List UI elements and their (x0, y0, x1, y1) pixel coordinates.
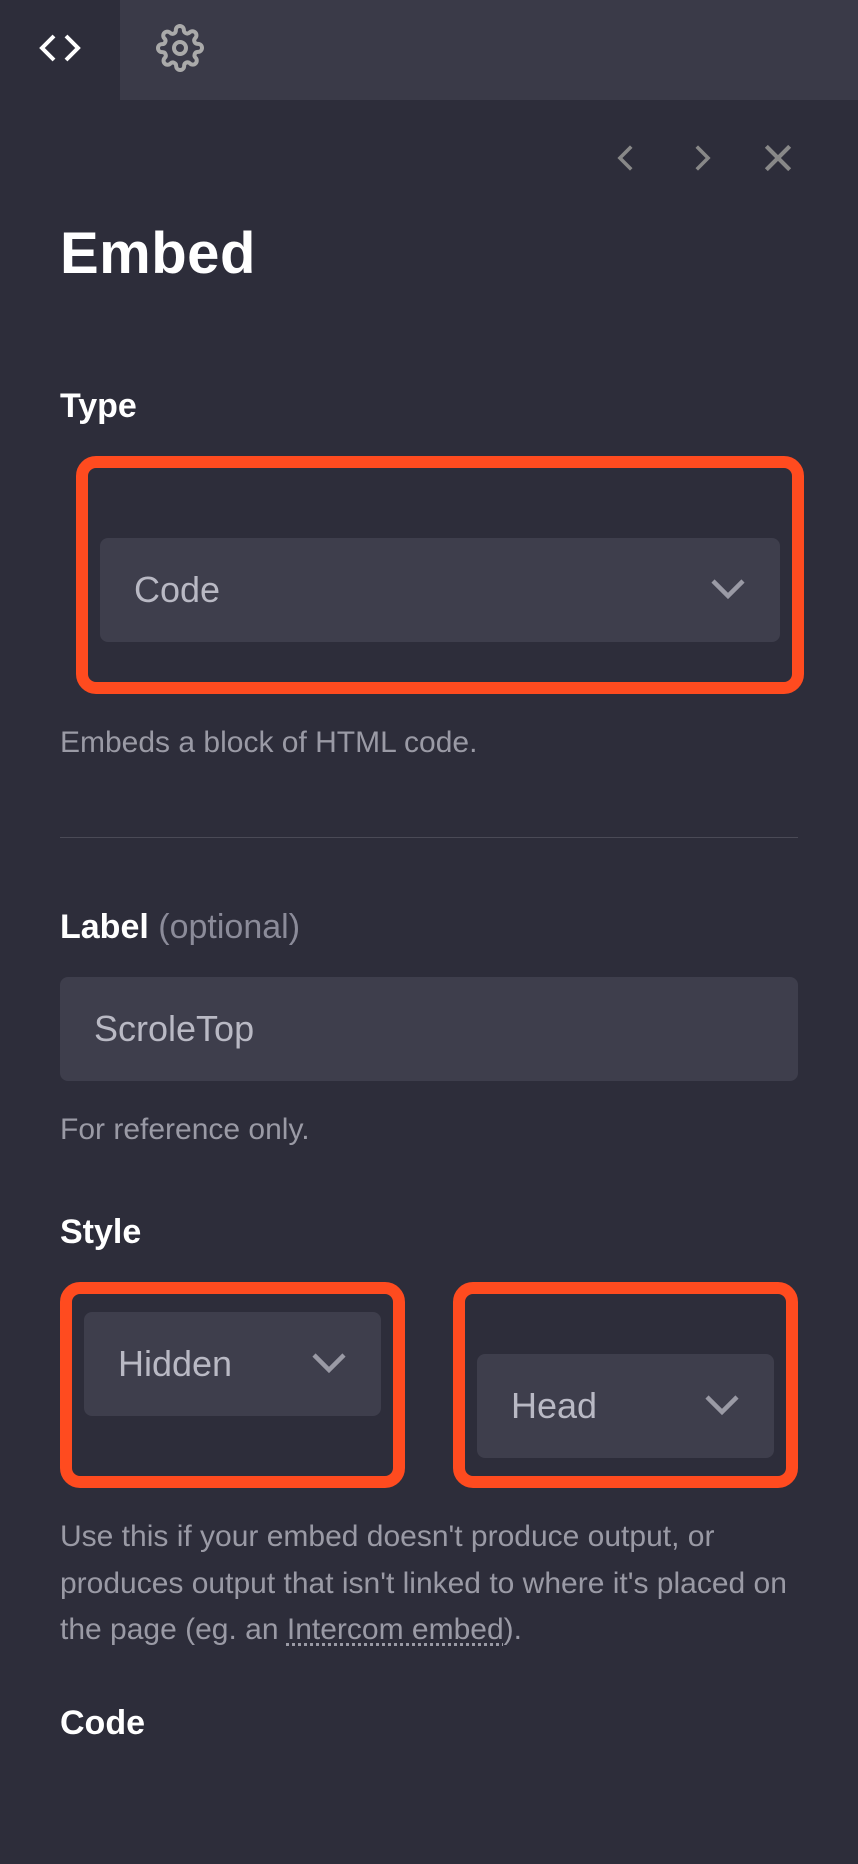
intercom-embed-link[interactable]: Intercom embed (287, 1613, 504, 1646)
style-select-value: Hidden (118, 1343, 232, 1385)
type-helper: Embeds a block of HTML code. (60, 720, 798, 767)
label-helper: For reference only. (60, 1107, 798, 1154)
style-helper: Use this if your embed doesn't produce o… (60, 1514, 798, 1654)
prev-button[interactable] (610, 141, 644, 180)
style-section: Style Hidden Head Use thi (60, 1213, 798, 1654)
label-optional: (optional) (158, 908, 300, 946)
chevron-down-icon (710, 569, 746, 611)
style-select[interactable]: Hidden (84, 1312, 381, 1416)
chevron-down-icon (311, 1343, 347, 1385)
type-select[interactable]: Code (100, 538, 780, 642)
gear-icon (156, 24, 204, 77)
code-label: Code (60, 1704, 798, 1743)
divider (60, 837, 798, 838)
style-label: Style (60, 1213, 798, 1252)
chevron-down-icon (704, 1385, 740, 1427)
type-label: Type (60, 387, 798, 426)
close-button[interactable] (758, 138, 798, 183)
code-icon (36, 24, 84, 77)
tab-settings[interactable] (120, 0, 240, 100)
panel-tabbar (0, 0, 858, 100)
panel-nav (60, 110, 798, 210)
label-input-value: ScroleTop (94, 1008, 254, 1050)
code-section: Code (60, 1704, 798, 1743)
embed-panel: Embed Type Code Embeds a block of HTML c… (0, 110, 858, 1743)
tab-code[interactable] (0, 0, 120, 100)
highlight-type: Code (76, 456, 804, 694)
highlight-style: Hidden (60, 1282, 405, 1488)
label-section: Label (optional) ScroleTop For reference… (60, 908, 798, 1154)
style-helper-post: ). (504, 1613, 522, 1646)
type-section: Type Code Embeds a block of HTML code. (60, 387, 798, 767)
label-field-label: Label (optional) (60, 908, 798, 947)
type-select-value: Code (134, 569, 220, 611)
position-select[interactable]: Head (477, 1354, 774, 1458)
highlight-position: Head (453, 1282, 798, 1488)
next-button[interactable] (684, 141, 718, 180)
position-select-value: Head (511, 1385, 597, 1427)
page-title: Embed (60, 220, 798, 287)
label-input[interactable]: ScroleTop (60, 977, 798, 1081)
label-text: Label (60, 908, 149, 946)
